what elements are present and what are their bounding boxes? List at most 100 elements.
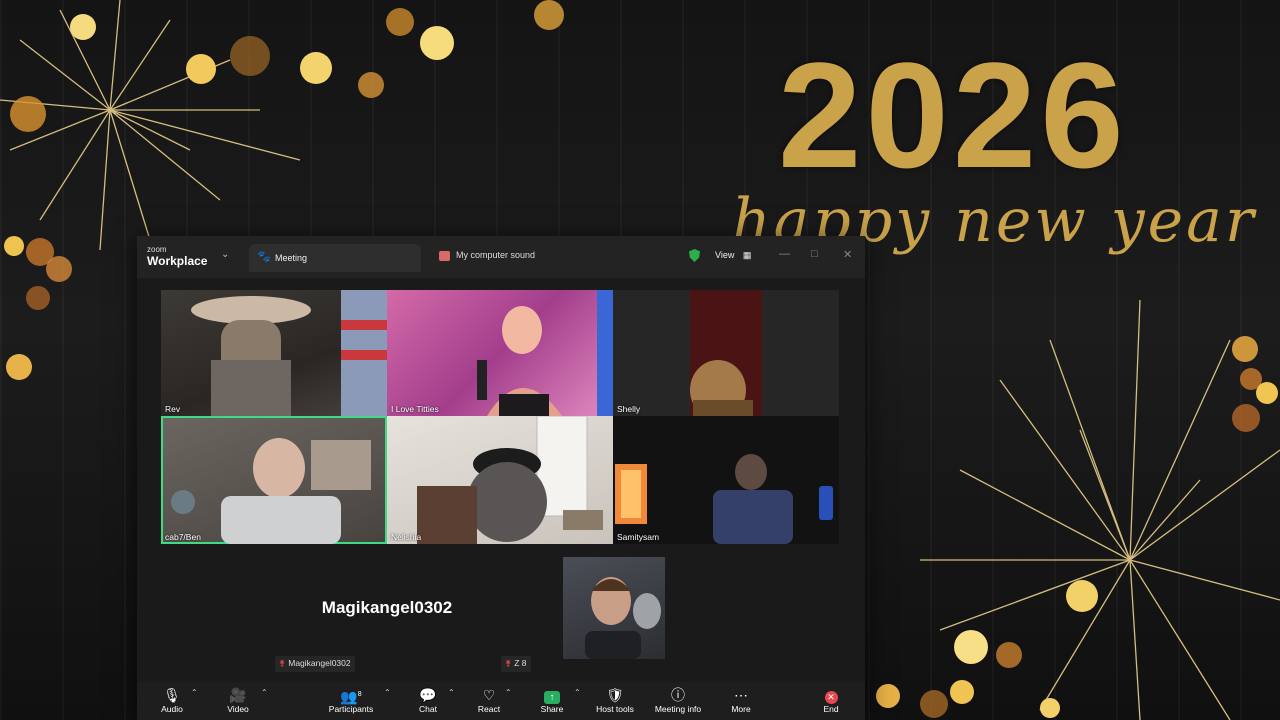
bokeh-light [420, 26, 454, 60]
chat-options-caret[interactable]: ⌃ [448, 688, 455, 697]
bokeh-light [1040, 698, 1060, 718]
participants-count: 8 [357, 691, 362, 698]
grid-icon: ▦ [742, 250, 752, 260]
participant-tile[interactable]: Nelishia [387, 416, 613, 544]
participant-name-chip: ⚵ Z 8 [501, 656, 531, 672]
participant-name-chip: ⚵ Magikangel0302 [275, 656, 355, 672]
view-button[interactable]: View ▦ [715, 250, 751, 261]
react-button[interactable]: ♡ React [475, 686, 503, 714]
brand-small: zoom [147, 245, 167, 254]
more-button[interactable]: ⋯ More [727, 686, 755, 714]
bokeh-light [950, 680, 974, 704]
more-label: More [731, 704, 751, 714]
bokeh-light [70, 14, 96, 40]
audio-button[interactable]: 🎙 Audio [157, 686, 187, 714]
video-feed [690, 290, 762, 416]
meeting-info-button[interactable]: ⓘ Meeting info [649, 686, 707, 714]
heart-icon: ♡ [482, 687, 496, 703]
participant-tile-active-speaker[interactable]: cab7/Ben [161, 416, 387, 544]
chat-label: Chat [419, 704, 437, 714]
video-label: Video [227, 704, 249, 714]
no-video-display-name: Magikangel0302 [321, 598, 453, 617]
app-brand[interactable]: zoom Workplace [147, 245, 207, 268]
end-label: End [823, 704, 839, 714]
camera-icon: 🎥 [229, 687, 247, 703]
participants-options-caret[interactable]: ⌃ [384, 688, 391, 697]
bokeh-light [1232, 336, 1258, 362]
end-meeting-icon: ✕ [824, 691, 838, 704]
bokeh-light [4, 236, 24, 256]
zoom-meeting-window: zoom Workplace ⌄ 🐾 Meeting My computer s… [137, 236, 865, 720]
participant-name: I Love Titties [391, 404, 439, 414]
view-label: View [715, 250, 735, 260]
window-titlebar: zoom Workplace ⌄ 🐾 Meeting My computer s… [137, 236, 865, 278]
tab-computer-sound-label: My computer sound [456, 250, 536, 260]
bokeh-light [534, 0, 564, 30]
participant-tile[interactable]: Samitysam [613, 416, 839, 544]
maximize-icon[interactable]: □ [811, 248, 818, 260]
no-video-tile[interactable]: Magikangel0302 [137, 546, 637, 676]
bokeh-light [876, 684, 900, 708]
meeting-toolbar: 🎙 Audio ⌃ 🎥 Video ⌃ 👥8 Participants ⌃ 💬 … [137, 682, 865, 720]
meeting-info-label: Meeting info [654, 704, 702, 714]
bokeh-light [1232, 404, 1260, 432]
chat-button[interactable]: 💬 Chat [415, 686, 441, 714]
bokeh-light [26, 286, 50, 310]
tab-computer-sound[interactable]: My computer sound [439, 250, 535, 261]
video-feed [191, 290, 387, 416]
bokeh-light [920, 690, 948, 718]
mic-muted-icon: ⚵ [279, 658, 286, 668]
audio-options-caret[interactable]: ⌃ [191, 688, 198, 697]
participant-chip-label: Magikangel0302 [288, 658, 351, 668]
bokeh-light [6, 354, 32, 380]
chevron-down-icon[interactable]: ⌄ [221, 249, 229, 260]
video-button[interactable]: 🎥 Video [223, 686, 253, 714]
share-button[interactable]: ↑ Share [537, 686, 567, 714]
tab-meeting-label: Meeting [275, 253, 308, 263]
speaker-app-icon [439, 250, 450, 261]
participants-icon: 👥8 [340, 688, 362, 705]
host-tools-button[interactable]: 🛡 Host tools [593, 686, 637, 714]
video-feed [417, 416, 603, 544]
participants-label: Participants [328, 704, 374, 714]
microphone-icon: 🎙 [163, 687, 181, 703]
participants-button[interactable]: 👥8 Participants [323, 686, 379, 714]
participant-name: Shelly [617, 404, 641, 414]
participant-tile[interactable]: I Love Titties [387, 290, 613, 416]
chat-icon: 💬 [419, 687, 437, 703]
security-shield-icon[interactable] [689, 249, 700, 262]
video-options-caret[interactable]: ⌃ [261, 688, 268, 697]
bokeh-light [186, 54, 216, 84]
end-button[interactable]: ✕ End [819, 686, 843, 714]
video-feed [615, 454, 833, 544]
participant-name: cab7/Ben [165, 532, 201, 542]
more-icon: ⋯ [734, 687, 748, 703]
brand-large: Workplace [147, 254, 208, 268]
share-screen-icon: ↑ [544, 691, 560, 704]
participant-tile[interactable]: Shelly [613, 290, 839, 416]
shield-icon: 🛡 [606, 687, 624, 703]
bokeh-light [954, 630, 988, 664]
share-options-caret[interactable]: ⌃ [574, 688, 581, 697]
close-icon[interactable]: ✕ [843, 248, 852, 261]
bokeh-light [1256, 382, 1278, 404]
react-label: React [477, 704, 501, 714]
tab-meeting[interactable]: 🐾 Meeting [249, 244, 421, 272]
bokeh-light [996, 642, 1022, 668]
bokeh-light [230, 36, 270, 76]
bokeh-light [300, 52, 332, 84]
participant-name: Rev [165, 404, 181, 414]
self-view-tile[interactable] [563, 557, 665, 659]
host-tools-label: Host tools [596, 704, 634, 714]
bokeh-light [46, 256, 72, 282]
bokeh-light [386, 8, 414, 36]
audio-label: Audio [161, 704, 183, 714]
share-label: Share [540, 704, 564, 714]
bokeh-light [1066, 580, 1098, 612]
react-options-caret[interactable]: ⌃ [505, 688, 512, 697]
participant-chip-label: Z 8 [514, 658, 527, 668]
bokeh-light [10, 96, 46, 132]
participant-tile[interactable]: Rev [161, 290, 387, 416]
minimize-icon[interactable]: — [779, 248, 790, 260]
participant-name: Nelishia [391, 532, 422, 542]
